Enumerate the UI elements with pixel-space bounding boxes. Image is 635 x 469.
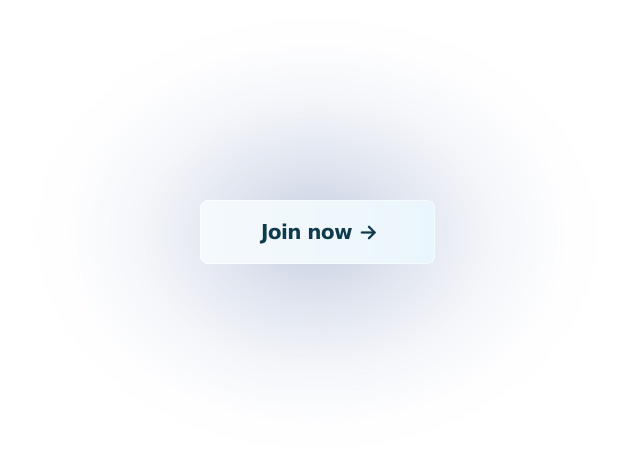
join-now-button[interactable]: Join now [200,200,435,264]
join-now-label: Join now [261,220,353,244]
arrow-right-icon [359,223,378,242]
page-background: Join now [0,0,635,469]
